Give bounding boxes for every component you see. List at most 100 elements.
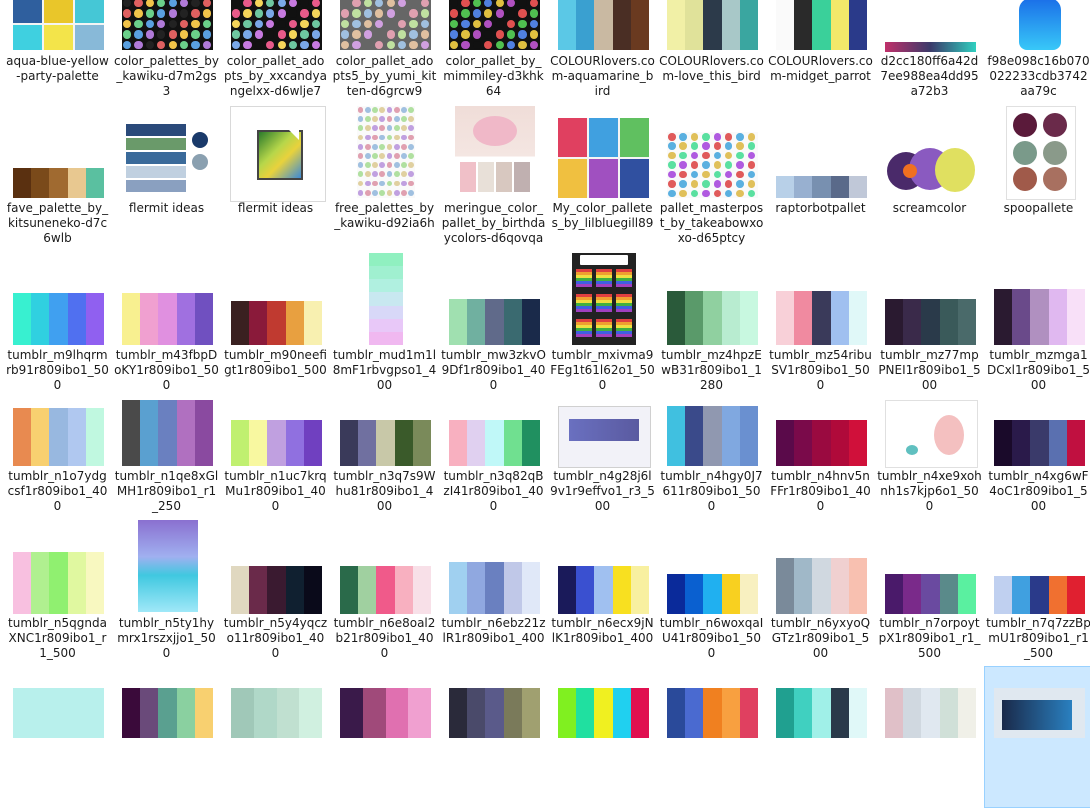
file-item[interactable]: tumblr_mz4hpzEwB31r809ibo1_1280 [657, 251, 766, 396]
file-item[interactable]: fave_palette_by_kitsuneneko-d7c6wlb [3, 104, 112, 249]
file-grid: aqua-blue-yellow-party-palette color_pale… [0, 0, 1090, 808]
file-item[interactable]: aqua-blue-yellow-party-palette [3, 0, 112, 102]
thumbnail [776, 420, 867, 466]
file-item[interactable]: tumblr_n5qgndaXNC1r809ibo1_r1_500 [3, 518, 112, 664]
file-name-label: tumblr_mzmga1DCxl1r809ibo1_500 [986, 348, 1090, 392]
file-item[interactable]: tumblr_n6e8oal2b21r809ibo1_400 [330, 518, 439, 664]
thumbnail [122, 0, 213, 50]
palette-swatches [776, 420, 867, 466]
palette-swatches [667, 574, 758, 614]
file-item[interactable]: color_palettes_by_kawiku-d7m2gs3 [112, 0, 221, 102]
palette-swatches [885, 299, 976, 345]
file-item[interactable]: raptorbotpallet [766, 104, 875, 249]
file-item[interactable]: pallet_masterpost_by_takeabowxoxo-d65ptc… [657, 104, 766, 249]
palette-swatches [776, 558, 867, 614]
palette-swatches [449, 299, 540, 345]
file-item[interactable]: tumblr_n1qe8xGlMH1r809ibo1_r1_250 [112, 398, 221, 517]
file-item[interactable] [766, 666, 875, 808]
file-name-label: tumblr_mud1m1l8mF1rbvgpso1_400 [332, 348, 437, 392]
file-name-label: tumblr_n4hnv5nFFr1r809ibo1_400 [770, 469, 871, 513]
file-item[interactable]: color_pallet_adopts_by_xxcandyangelxx-d6… [221, 0, 330, 102]
file-item[interactable]: tumblr_n6ebz21zlR1r809ibo1_400 [439, 518, 548, 664]
file-item[interactable]: tumblr_m43fbpDoKY1r809ibo1_500 [112, 251, 221, 396]
file-item[interactable]: tumblr_n3q82qBzI41r809ibo1_400 [439, 398, 548, 517]
file-item[interactable] [657, 666, 766, 808]
file-item[interactable]: COLOURlovers.com-love_this_bird [657, 0, 766, 102]
file-item[interactable]: tumblr_mud1m1l8mF1rbvgpso1_400 [330, 251, 439, 396]
file-item[interactable]: tumblr_m9lhqrmrb91r809ibo1_500 [3, 251, 112, 396]
file-item[interactable]: f98e098c16b070022233cdb3742aa79c [984, 0, 1090, 102]
file-item[interactable]: d2cc180ff6a42d7ee988ea4dd95a72b3 [875, 0, 984, 102]
file-item[interactable]: tumblr_mz77mpPNEI1r809ibo1_500 [875, 251, 984, 396]
thumbnail [449, 299, 540, 345]
file-item[interactable]: My_color_palletes_by_lilbluegill89 [548, 104, 657, 249]
file-name-label: tumblr_n5ty1hymrx1rszxjjo1_500 [117, 616, 216, 660]
file-item[interactable]: tumblr_n4g28j6l9v1r9effvo1_r3_500 [548, 398, 657, 517]
file-item[interactable]: COLOURlovers.com-aquamarine_bird [548, 0, 657, 102]
file-item[interactable]: tumblr_n6ecx9jNlK1r809ibo1_400 [548, 518, 657, 664]
file-item[interactable] [984, 666, 1090, 808]
palette-swatches [368, 253, 403, 345]
palette-swatches [13, 408, 104, 466]
file-item[interactable]: tumblr_n7orpoytpX1r809ibo1_r1_500 [875, 518, 984, 664]
file-item[interactable]: tumblr_mz54ribuSV1r809ibo1_500 [766, 251, 875, 396]
thumbnail [13, 168, 104, 198]
file-item[interactable] [548, 666, 657, 808]
file-item[interactable]: spoopallete [984, 104, 1090, 249]
file-item[interactable] [221, 666, 330, 808]
thumbnail [558, 566, 649, 614]
thumbnail [122, 293, 213, 345]
thumbnail [667, 574, 758, 614]
file-item[interactable]: tumblr_n1uc7krqMu1r809ibo1_400 [221, 398, 330, 517]
file-name-label: fave_palette_by_kitsuneneko-d7c6wlb [6, 201, 109, 245]
palette-swatches [340, 566, 431, 614]
file-item[interactable] [3, 666, 112, 808]
thumbnail [776, 558, 867, 614]
file-item[interactable]: tumblr_m90neefigt1r809ibo1_500 [221, 251, 330, 396]
file-name-label: pallet_masterpost_by_takeabowxoxo-d65ptc… [659, 201, 764, 245]
thumbnail [356, 106, 415, 198]
file-item[interactable]: tumblr_n5ty1hymrx1rszxjjo1_500 [112, 518, 221, 664]
thumbnail [885, 144, 976, 198]
thumbnail [885, 574, 976, 614]
file-item[interactable] [439, 666, 548, 808]
file-item[interactable]: tumblr_mzmga1DCxl1r809ibo1_500 [984, 251, 1090, 396]
thumbnail [340, 0, 431, 50]
palette-swatches [340, 688, 431, 738]
thumbnail [667, 406, 758, 466]
file-item[interactable]: tumblr_mw3zkvO9Df1r809ibo1_400 [439, 251, 548, 396]
file-item[interactable]: COLOURlovers.com-midget_parrot [766, 0, 875, 102]
file-item[interactable]: tumblr_n6yxyoQGTz1r809ibo1_500 [766, 518, 875, 664]
file-name-label: COLOURlovers.com-aquamarine_bird [550, 54, 655, 98]
file-item[interactable]: tumblr_mxivma9FEg1t61l62o1_500 [548, 251, 657, 396]
thumbnail [122, 118, 213, 198]
file-item[interactable] [875, 666, 984, 808]
thumbnail [340, 688, 431, 738]
palette-swatches [231, 301, 322, 345]
file-item[interactable]: meringue_color_pallet_by_birthdaycolors-… [439, 104, 548, 249]
file-item[interactable]: tumblr_n5y4yqczo11r809ibo1_400 [221, 518, 330, 664]
file-item[interactable]: screamcolor [875, 104, 984, 249]
file-item[interactable] [112, 666, 221, 808]
file-item[interactable]: tumblr_n4hgy0J7611r809ibo1_500 [657, 398, 766, 517]
file-item[interactable]: flermit ideas [112, 104, 221, 249]
file-item[interactable] [330, 666, 439, 808]
file-item[interactable]: flermit ideas [221, 104, 330, 249]
file-item[interactable]: tumblr_n7q7zzBpmU1r809ibo1_r1_500 [984, 518, 1090, 664]
thumbnail [137, 520, 198, 612]
file-item[interactable]: tumblr_n4hnv5nFFr1r809ibo1_400 [766, 398, 875, 517]
palette-swatches [122, 688, 213, 738]
file-item[interactable]: free_palettes_by_kawiku-d92ia6h [330, 104, 439, 249]
file-item[interactable]: tumblr_n4xe9xohnh1s7kjp6o1_500 [875, 398, 984, 517]
file-name-label: My_color_palletes_by_lilbluegill89 [551, 201, 654, 230]
file-item[interactable]: color_pallet_by_mimmiley-d3khk64 [439, 0, 548, 102]
file-item[interactable]: tumblr_n4xg6wF4oC1r809ibo1_500 [984, 398, 1090, 517]
thumbnail [667, 132, 758, 198]
file-item[interactable]: tumblr_n1o7ydgcsf1r809ibo1_400 [3, 398, 112, 517]
file-name-label: tumblr_mxivma9FEg1t61l62o1_500 [550, 348, 655, 392]
thumbnail [558, 118, 649, 198]
file-item[interactable]: color_pallet_adopts5_by_yumi_kitten-d6gr… [330, 0, 439, 102]
file-name-label: d2cc180ff6a42d7ee988ea4dd95a72b3 [880, 54, 979, 98]
file-item[interactable]: tumblr_n6woxqaIU41r809ibo1_500 [657, 518, 766, 664]
file-item[interactable]: tumblr_n3q7s9Whu81r809ibo1_400 [330, 398, 439, 517]
